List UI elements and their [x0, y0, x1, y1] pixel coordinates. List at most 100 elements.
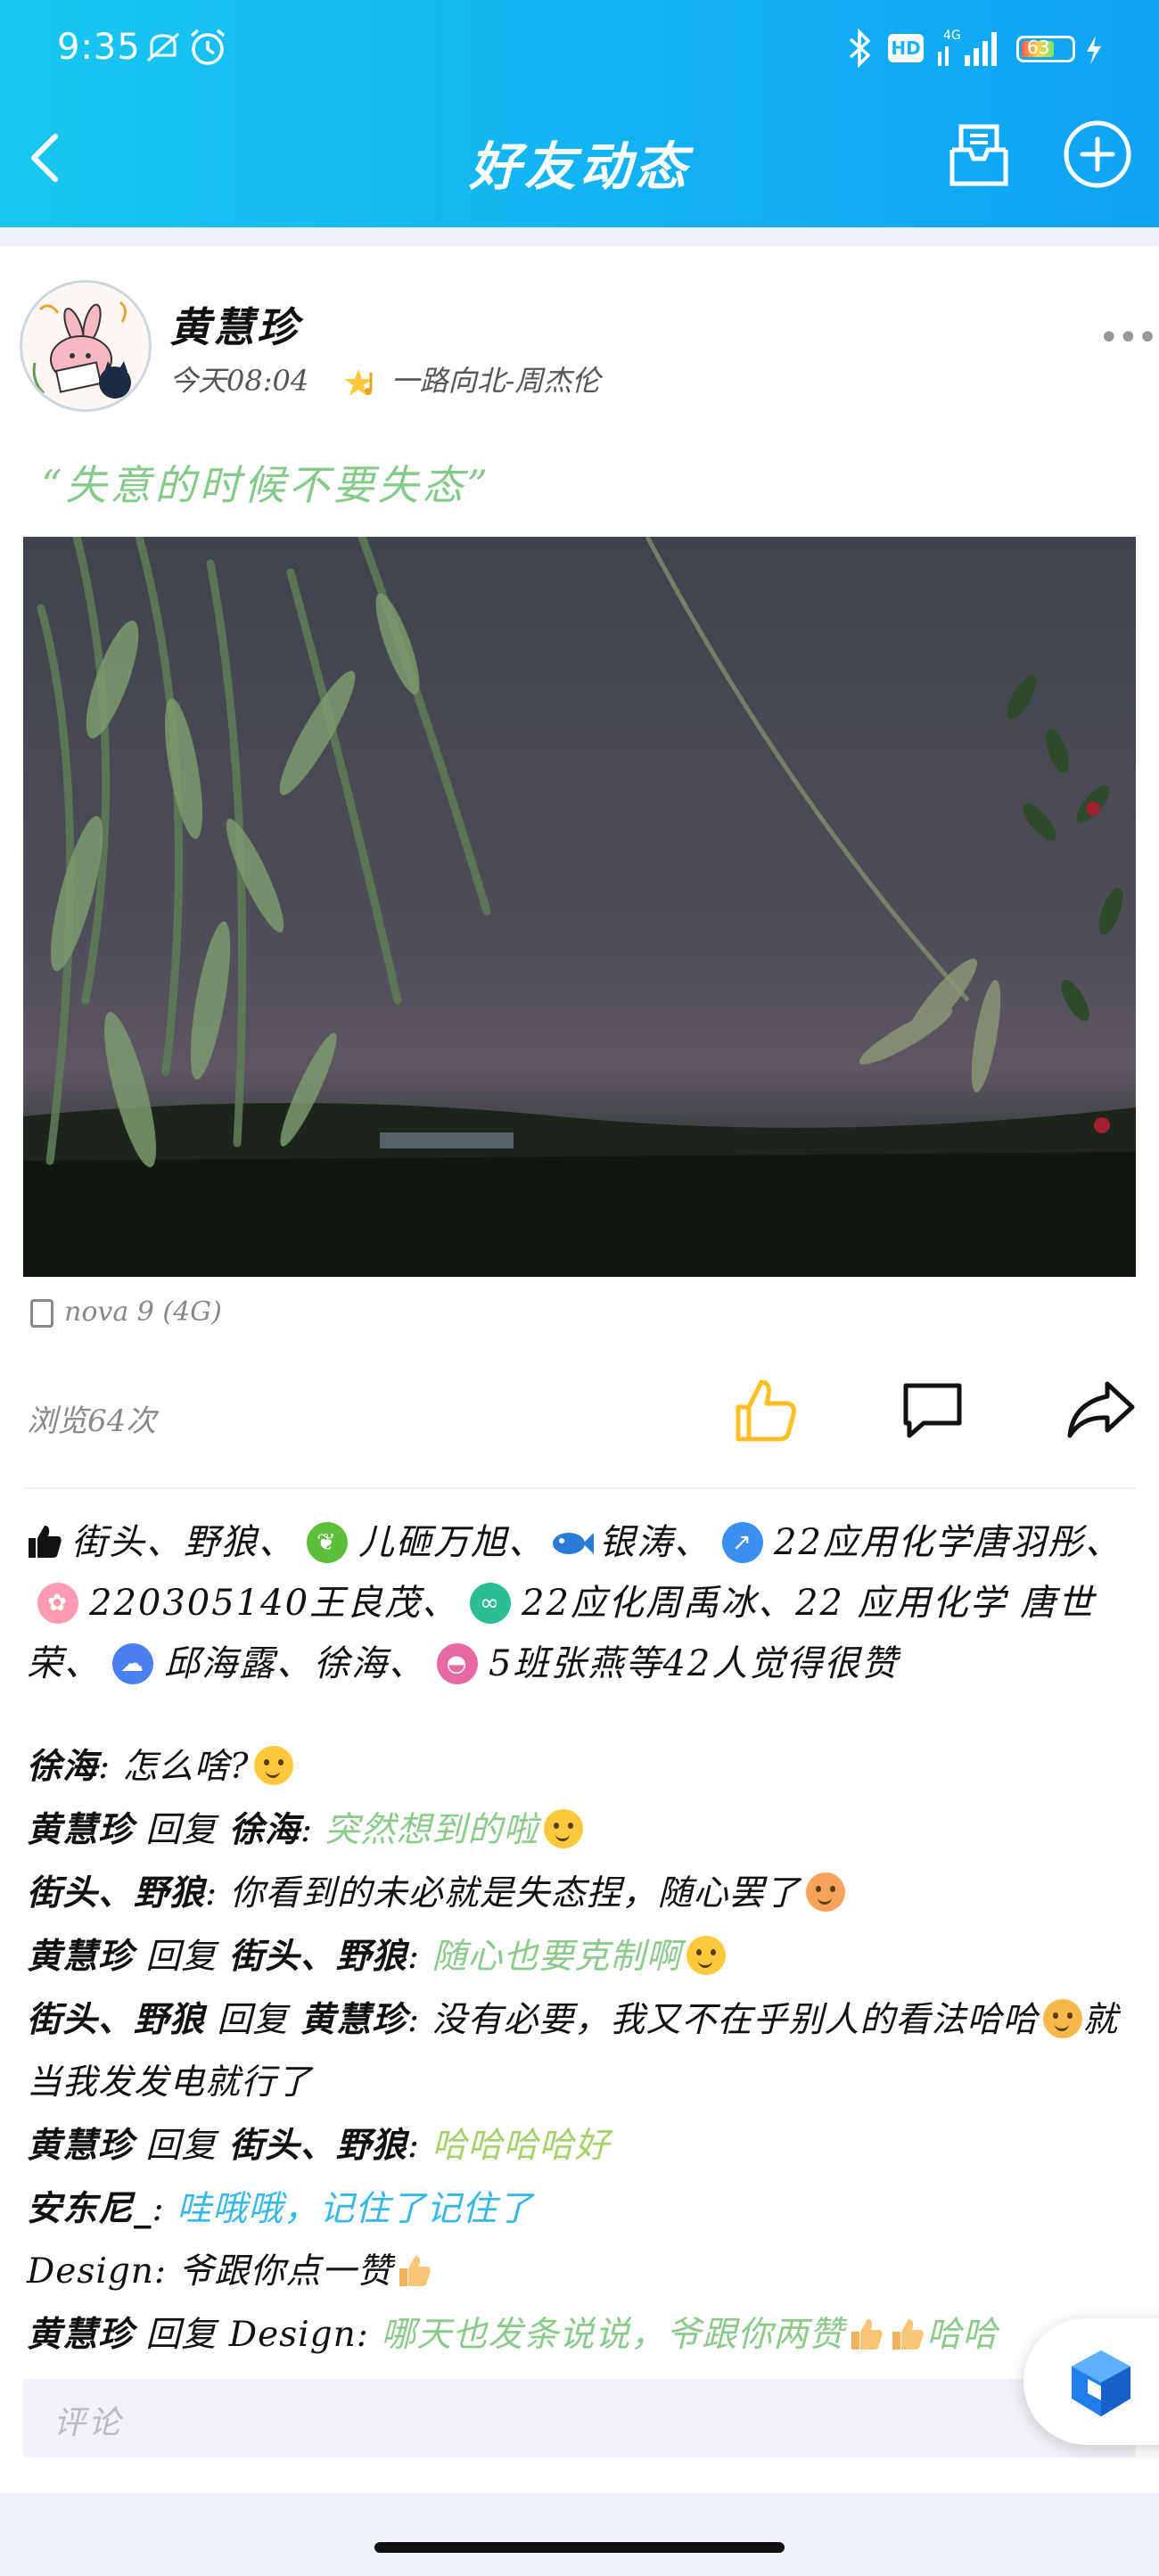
- reply-target[interactable]: 街头、野狼: [229, 2125, 407, 2166]
- mute-icon: [147, 32, 179, 62]
- status-time: 9:35: [57, 27, 141, 68]
- thumbs-up-emoji-icon: [892, 2319, 924, 2350]
- comment-sep: :: [300, 1810, 325, 1850]
- hd-badge: HD: [888, 34, 924, 62]
- share-icon[interactable]: [1064, 1377, 1138, 1441]
- reply-label: 回复: [205, 2000, 300, 2040]
- comment-text: 随心也要克制啊: [432, 1937, 682, 1977]
- comment-text: 没有必要，我又不在乎别人的看法哈哈: [432, 2000, 1039, 2040]
- more-icon[interactable]: •••: [1098, 317, 1158, 358]
- comment-row[interactable]: Design: 爷跟你点一赞: [27, 2241, 1136, 2303]
- app-header: 9:35 HD 4G 63 好友动态: [0, 0, 1159, 227]
- comment-icon[interactable]: [899, 1379, 966, 1441]
- willow-photo: [23, 537, 1136, 1277]
- comment-sep: :: [356, 2315, 382, 2355]
- likes-seg2[interactable]: 儿砸万旭、: [358, 1522, 546, 1563]
- avatar-illustration: [22, 283, 149, 409]
- phone-icon: [30, 1299, 53, 1328]
- comment-row[interactable]: 徐海: 怎么啥?: [27, 1735, 1136, 1798]
- music-star-icon: [344, 368, 374, 396]
- reply-target[interactable]: Design: [229, 2315, 357, 2355]
- likes-seg8[interactable]: 5班张燕等42人觉得很赞: [489, 1643, 899, 1684]
- avatar[interactable]: [20, 280, 152, 412]
- comment-author[interactable]: 黄慧珍: [27, 2125, 134, 2166]
- smirk-emoji-icon: [805, 1872, 845, 1912]
- comment-row[interactable]: 安东尼_: 哇哦哦，记住了记住了: [27, 2177, 1136, 2241]
- comment-row[interactable]: 黄慧珍 回复 Design: 哪天也发条说说，爷跟你两赞 哈哈: [27, 2303, 1136, 2366]
- device-name: nova 9 (4G): [64, 1296, 222, 1328]
- comment-author[interactable]: Design: [27, 2251, 154, 2292]
- thumbs-up-emoji-icon: [851, 2319, 883, 2350]
- svg-text:4G: 4G: [943, 29, 961, 43]
- post-text: “失意的时候不要失态”: [41, 461, 492, 509]
- charging-icon: [1087, 36, 1101, 64]
- comment-sep: :: [205, 1873, 230, 1913]
- post-meta: 今天08:04 一路向北-周杰伦: [169, 358, 600, 401]
- badge-leaf-icon: ❦: [307, 1522, 348, 1563]
- view-count: 浏览64次: [27, 1403, 157, 1439]
- comment-sep: :: [153, 2251, 179, 2292]
- comment-author[interactable]: 黄慧珍: [27, 2314, 134, 2355]
- likes-seg7[interactable]: 邱海露、徐海、: [164, 1643, 426, 1684]
- signal-icon: 4G: [938, 29, 997, 66]
- badge-cap-icon: ◓: [437, 1643, 478, 1684]
- comment-author[interactable]: 黄慧珍: [27, 1809, 134, 1850]
- badge-flower-icon: ✿: [37, 1583, 78, 1624]
- reply-label: 回复: [134, 1810, 229, 1850]
- post-photo[interactable]: [23, 537, 1136, 1277]
- likes-seg3[interactable]: 银涛、: [599, 1522, 711, 1563]
- add-icon[interactable]: [1061, 118, 1134, 191]
- comment-sep: :: [98, 1747, 123, 1787]
- comment-input[interactable]: 评论: [23, 2379, 1136, 2457]
- comment-row[interactable]: 街头、野狼 回复 黄慧珍: 没有必要，我又不在乎别人的看法哈哈 就当我发发电就行了: [27, 1988, 1136, 2114]
- comment-author[interactable]: 安东尼_: [27, 2188, 152, 2229]
- post-time: 今天08:04: [169, 364, 309, 398]
- comment-text: 怎么啥?: [122, 1747, 250, 1787]
- comment-row[interactable]: 黄慧珍 回复 街头、野狼: 哈哈哈哈好: [27, 2114, 1136, 2177]
- bluetooth-icon: [849, 28, 871, 69]
- comment-sep: :: [407, 1937, 432, 1977]
- music-title[interactable]: 一路向北-周杰伦: [391, 364, 601, 398]
- comment-row[interactable]: 黄慧珍 回复 徐海: 突然想到的啦: [27, 1798, 1136, 1862]
- comment-text: 哈哈哈哈好: [432, 2126, 611, 2166]
- comment-text: 爷跟你点一赞: [178, 2251, 393, 2292]
- comment-author[interactable]: 徐海: [27, 1746, 98, 1787]
- like-icon[interactable]: [729, 1375, 801, 1446]
- comment-row[interactable]: 黄慧珍 回复 街头、野狼: 随心也要克制啊: [27, 1925, 1136, 1988]
- battery-level: 63: [1027, 37, 1050, 58]
- author-name[interactable]: 黄慧珍: [169, 295, 300, 354]
- home-indicator[interactable]: [374, 2542, 785, 2553]
- comment-text: 哇哦哦，记住了记住了: [177, 2189, 534, 2229]
- comment-author[interactable]: 街头、野狼: [27, 1872, 205, 1913]
- floating-action-button[interactable]: [1023, 2318, 1159, 2445]
- reply-target[interactable]: 黄慧珍: [300, 1999, 407, 2040]
- post-card: 黄慧珍 今天08:04 一路向北-周杰伦 ••• “失意的时候不要失态” nov…: [0, 246, 1159, 2493]
- comment-text: 你看到的未必就是失态捏，随心罢了: [229, 1873, 801, 1913]
- likes-list: 街头、野狼、 ❦ 儿砸万旭、 银涛、 ↗ 22应用化学唐羽彤、 ✿ 220305140王良茂、…: [27, 1512, 1136, 1694]
- comment-text: 突然想到的啦: [325, 1810, 539, 1850]
- thinking-emoji-icon: [254, 1746, 294, 1785]
- fab-cube-icon: [1072, 2350, 1130, 2416]
- divider: [23, 1487, 1136, 1489]
- hmm-emoji-icon: [686, 1936, 727, 1975]
- liked-thumb-icon: [29, 1526, 62, 1558]
- inbox-icon[interactable]: [943, 118, 1015, 193]
- comment-sep: :: [407, 2000, 432, 2040]
- comment-author[interactable]: 黄慧珍: [27, 1936, 134, 1977]
- reply-target[interactable]: 街头、野狼: [229, 1936, 407, 1977]
- comment-list: 徐海: 怎么啥? 黄慧珍 回复 徐海: 突然想到的啦 街头、野狼: 你看到的未必…: [27, 1735, 1136, 2366]
- comment-sep: :: [407, 2126, 432, 2166]
- comment-row[interactable]: 街头、野狼: 你看到的未必就是失态捏，随心罢了: [27, 1862, 1136, 1925]
- likes-seg1[interactable]: 街头、野狼、: [71, 1522, 296, 1563]
- alarm-icon: [190, 29, 226, 65]
- likes-seg4[interactable]: 22应用化学唐羽彤、: [774, 1522, 1122, 1563]
- badge-cloud-icon: ☁: [112, 1643, 153, 1684]
- likes-seg5[interactable]: 220305140王良茂、: [89, 1583, 459, 1624]
- reply-target[interactable]: 徐海: [229, 1809, 300, 1850]
- fish-icon: [553, 1533, 594, 1554]
- comment-text-cont: 哈哈: [926, 2315, 999, 2355]
- comment-sep: :: [152, 2189, 177, 2229]
- dog-emoji-icon: [1043, 1999, 1083, 2038]
- comment-text: 哪天也发条说说，爷跟你两赞: [381, 2315, 845, 2355]
- comment-author[interactable]: 街头、野狼: [27, 1999, 205, 2040]
